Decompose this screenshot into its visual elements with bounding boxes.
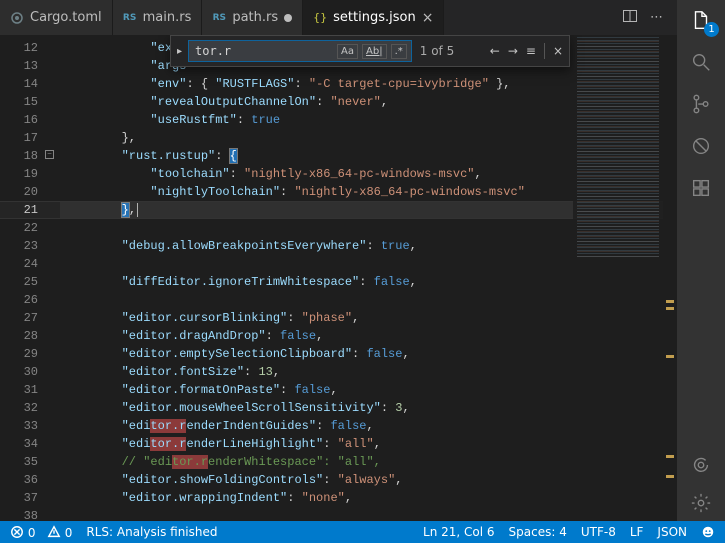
whole-word-toggle[interactable]: Ab|	[362, 44, 387, 59]
line-number: 25	[0, 273, 60, 291]
source-control-icon[interactable]	[689, 92, 713, 116]
feedback-icon[interactable]	[701, 525, 715, 540]
split-editor-icon[interactable]	[622, 8, 638, 28]
tab-bar: Cargo.toml RS main.rs RS path.rs {} sett…	[0, 0, 677, 35]
tab-label: path.rs	[232, 10, 278, 25]
minimap[interactable]	[573, 35, 663, 521]
line-number: 38	[0, 507, 60, 521]
error-count: 0	[28, 526, 36, 540]
line-number: 20	[0, 183, 60, 201]
line-number: 35	[0, 453, 60, 471]
line-number: 21	[0, 201, 60, 219]
find-next-icon[interactable]: →	[508, 44, 518, 58]
close-icon[interactable]: ×	[422, 11, 434, 25]
status-rls[interactable]: RLS: Analysis finished	[86, 525, 217, 539]
status-indentation[interactable]: Spaces: 4	[509, 525, 567, 539]
more-actions-icon[interactable]: ⋯	[650, 10, 665, 25]
separator	[544, 43, 545, 59]
warning-count: 0	[65, 526, 73, 540]
debug-icon[interactable]	[689, 134, 713, 158]
toml-icon	[10, 11, 24, 25]
line-number: 32	[0, 399, 60, 417]
tab-cargo-toml[interactable]: Cargo.toml	[0, 0, 113, 35]
line-number: 37	[0, 489, 60, 507]
extensions-icon[interactable]	[689, 176, 713, 200]
rust-icon: RS	[212, 11, 226, 25]
json-icon: {}	[313, 11, 327, 25]
dirty-indicator-icon	[284, 14, 292, 22]
tab-path-rs[interactable]: RS path.rs	[202, 0, 303, 35]
status-cursor-position[interactable]: Ln 21, Col 6	[423, 525, 495, 539]
settings-gear-icon[interactable]	[689, 491, 713, 515]
tab-label: main.rs	[143, 10, 192, 25]
line-number: 15	[0, 93, 60, 111]
line-number: 17	[0, 129, 60, 147]
line-number: 14	[0, 75, 60, 93]
regex-toggle[interactable]: .*	[391, 44, 407, 59]
tab-settings-json[interactable]: {} settings.json ×	[303, 0, 444, 35]
expand-replace-icon[interactable]: ▸	[177, 46, 182, 57]
line-number: 26	[0, 291, 60, 309]
line-number: 22	[0, 219, 60, 237]
search-icon[interactable]	[689, 50, 713, 74]
activity-bar: 1	[677, 0, 725, 521]
status-eol[interactable]: LF	[630, 525, 644, 539]
line-number: 18−	[0, 147, 60, 165]
fold-icon[interactable]: −	[45, 150, 54, 159]
status-bar: 0 0 RLS: Analysis finished Ln 21, Col 6 …	[0, 521, 725, 543]
editor[interactable]: 12131415161718−1920212223242526272829303…	[0, 35, 677, 521]
find-widget: ▸ Aa Ab| .* 1 of 5 ← → ≡ ×	[170, 35, 570, 67]
line-number-gutter: 12131415161718−1920212223242526272829303…	[0, 35, 60, 521]
line-number: 29	[0, 345, 60, 363]
line-number: 16	[0, 111, 60, 129]
close-find-icon[interactable]: ×	[553, 44, 563, 58]
line-number: 34	[0, 435, 60, 453]
line-number: 13	[0, 57, 60, 75]
line-number: 19	[0, 165, 60, 183]
tab-label: settings.json	[333, 10, 416, 25]
find-prev-icon[interactable]: ←	[490, 44, 500, 58]
line-number: 23	[0, 237, 60, 255]
find-input-wrap: Aa Ab| .*	[188, 40, 412, 62]
status-encoding[interactable]: UTF-8	[581, 525, 616, 539]
tab-main-rs[interactable]: RS main.rs	[113, 0, 203, 35]
line-number: 30	[0, 363, 60, 381]
status-problems[interactable]: 0 0	[10, 525, 72, 540]
line-number: 24	[0, 255, 60, 273]
status-language-mode[interactable]: JSON	[657, 525, 687, 539]
line-number: 27	[0, 309, 60, 327]
line-number: 33	[0, 417, 60, 435]
match-case-toggle[interactable]: Aa	[337, 44, 358, 59]
overview-ruler[interactable]	[663, 35, 677, 521]
find-result-count: 1 of 5	[420, 44, 454, 58]
line-number: 36	[0, 471, 60, 489]
find-input[interactable]	[193, 43, 333, 59]
line-number: 31	[0, 381, 60, 399]
explorer-badge: 1	[704, 22, 719, 37]
tab-label: Cargo.toml	[30, 10, 102, 25]
find-in-selection-icon[interactable]: ≡	[526, 44, 536, 58]
line-number: 12	[0, 39, 60, 57]
line-number: 28	[0, 327, 60, 345]
rust-icon: RS	[123, 11, 137, 25]
tab-bar-actions: ⋯	[610, 0, 677, 35]
accounts-icon[interactable]	[689, 453, 713, 477]
